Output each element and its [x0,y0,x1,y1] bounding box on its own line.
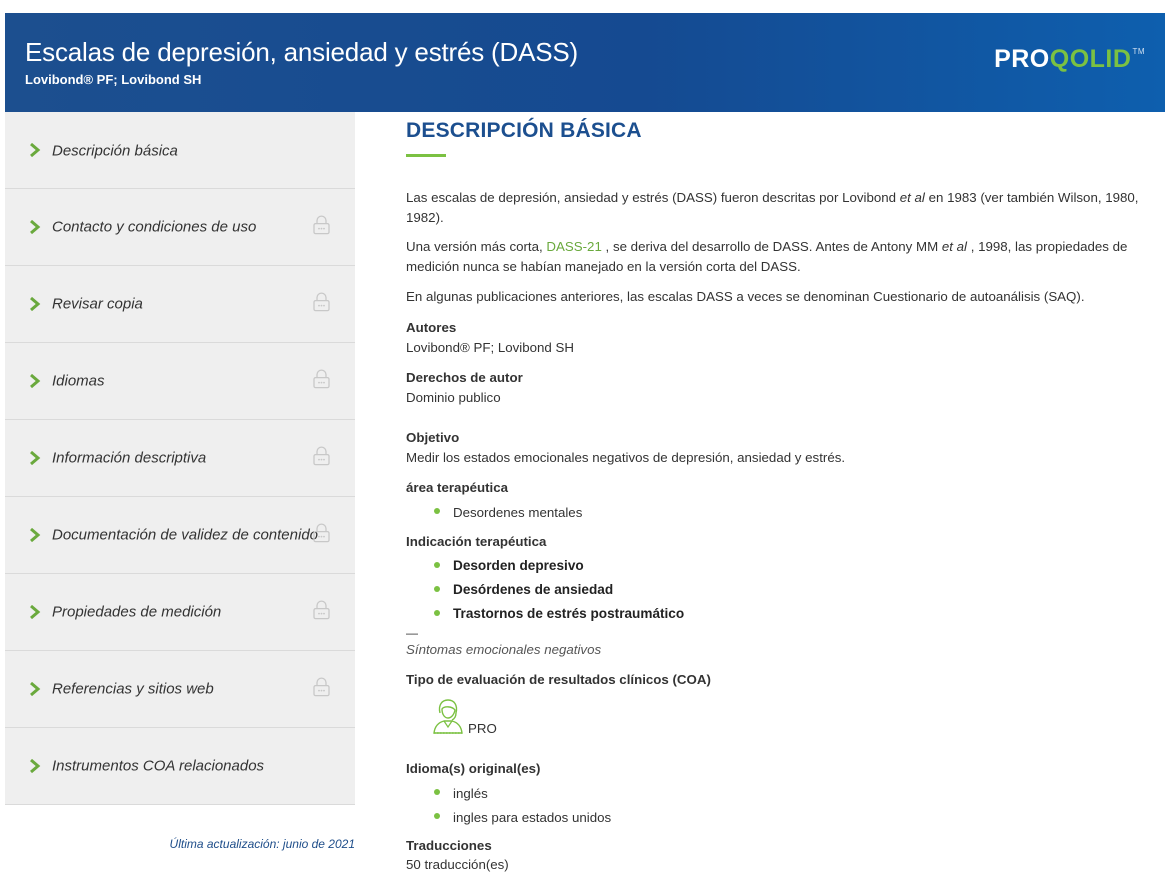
sidebar-item-propiedades-medicion[interactable]: Propiedades de medición [5,574,355,651]
translations-label: Traducciones [406,838,492,853]
sidebar-item-descripcion-basica[interactable]: Descripción básica [5,112,355,189]
chevron-right-icon [30,143,41,157]
copyright-value: Dominio publico [406,390,501,405]
chevron-right-icon [30,374,41,388]
logo-qolid-text: QOLID [1049,45,1132,73]
paragraph-intro: Las escalas de depresión, ansiedad y est… [406,188,1146,228]
logo-pro-text: PRO [994,45,1050,73]
sidebar-item-documentacion-validez[interactable]: Documentación de validez de contenido [5,497,355,574]
indication-item: Desórdenes de ansiedad [453,582,614,597]
language-item: ingles para estados unidos [453,810,612,825]
page-subtitle: Lovibond® PF; Lovibond SH [25,72,202,87]
paragraph-text: Una versión más corta, [406,239,547,254]
chevron-right-icon [30,528,41,542]
sidebar-item-informacion-descriptiva[interactable]: Información descriptiva [5,420,355,497]
sidebar-item-label: Instrumentos COA relacionados [52,757,265,775]
chevron-right-icon [30,220,41,234]
translations-value: 50 traducción(es) [406,857,509,872]
sidebar-item-idiomas[interactable]: Idiomas [5,343,355,420]
sidebar-item-instrumentos-coa[interactable]: Instrumentos COA relacionados [5,728,355,805]
objective-label: Objetivo [406,430,460,445]
therapeutic-area-item: Desordenes mentales [453,505,583,520]
bullet-dot [434,586,440,592]
sidebar-item-label: Documentación de validez de contenido [52,526,319,544]
sidebar-item-revisar-copia[interactable]: Revisar copia [5,266,355,343]
chevron-right-icon [30,297,41,311]
chevron-right-icon [30,682,41,696]
sidebar-item-label: Descripción básica [52,142,178,160]
sidebar-item-referencias[interactable]: Referencias y sitios web [5,651,355,728]
page-header: Escalas de depresión, ansiedad y estrés … [5,13,1165,112]
heading-underline [406,154,446,157]
coa-type-label: Tipo de evaluación de resultados clínico… [406,672,711,687]
paragraph-text: Las escalas de depresión, ansiedad y est… [406,190,900,205]
sidebar-item-label: Idiomas [52,372,105,390]
paragraph-short-version: Una versión más corta, DASS-21 , se deri… [406,237,1146,277]
sidebar-item-contacto[interactable]: Contacto y condiciones de uso [5,189,355,266]
bullet-dot [434,789,440,795]
sidebar-item-label: Propiedades de medición [52,603,222,621]
authors-label: Autores [406,320,457,335]
sidebar-item-label: Revisar copia [52,295,143,313]
bullet-dot [434,610,440,616]
authors-value: Lovibond® PF; Lovibond SH [406,340,574,355]
bullet-dot [434,813,440,819]
lock-icon [313,215,330,235]
language-item: inglés [453,786,488,801]
paragraph-saq: En algunas publicaciones anteriores, las… [406,289,1085,304]
copyright-label: Derechos de autor [406,370,523,385]
therapeutic-area-label: área terapéutica [406,480,508,495]
indication-note: Síntomas emocionales negativos [406,642,602,657]
chevron-right-icon [30,605,41,619]
section-heading: DESCRIPCIÓN BÁSICA [406,119,642,142]
paragraph-italic: et al [899,190,925,205]
logo-tm-text: TM [1132,47,1145,56]
bullet-dot [434,508,440,514]
indication-item: Trastornos de estrés postraumático [453,606,685,621]
indication-label: Indicación terapéutica [406,534,547,549]
sidebar-item-label: Información descriptiva [52,449,207,467]
paragraph-text: , se deriva del desarrollo de DASS. Ante… [601,239,942,254]
indication-item: Desorden depresivo [453,558,584,573]
lock-icon [313,292,330,312]
chevron-right-icon [30,451,41,465]
dass21-link[interactable]: DASS-21 [546,239,601,254]
paragraph-italic: et al [941,239,967,254]
sidebar-nav: Descripción básica Contacto y condicione… [5,112,355,805]
sidebar-item-label: Contacto y condiciones de uso [52,218,257,236]
sidebar-item-label: Referencias y sitios web [52,680,214,698]
proqolid-logo[interactable]: PRO QOLID TM [994,45,1145,74]
last-updated-text: Última actualización: junio de 2021 [169,837,355,851]
patient-person-icon [433,699,463,734]
lock-icon [313,600,330,620]
lock-icon [313,369,330,389]
objective-value: Medir los estados emocionales negativos … [406,450,846,465]
coa-type-value: PRO [468,721,497,736]
chevron-right-icon [30,759,41,773]
bullet-dot [434,562,440,568]
lock-icon [313,446,330,466]
languages-label: Idioma(s) original(es) [406,761,541,776]
lock-icon [313,677,330,697]
page-title: Escalas de depresión, ansiedad y estrés … [25,37,578,67]
lock-icon [313,523,330,543]
separator-dash: — [406,626,418,640]
